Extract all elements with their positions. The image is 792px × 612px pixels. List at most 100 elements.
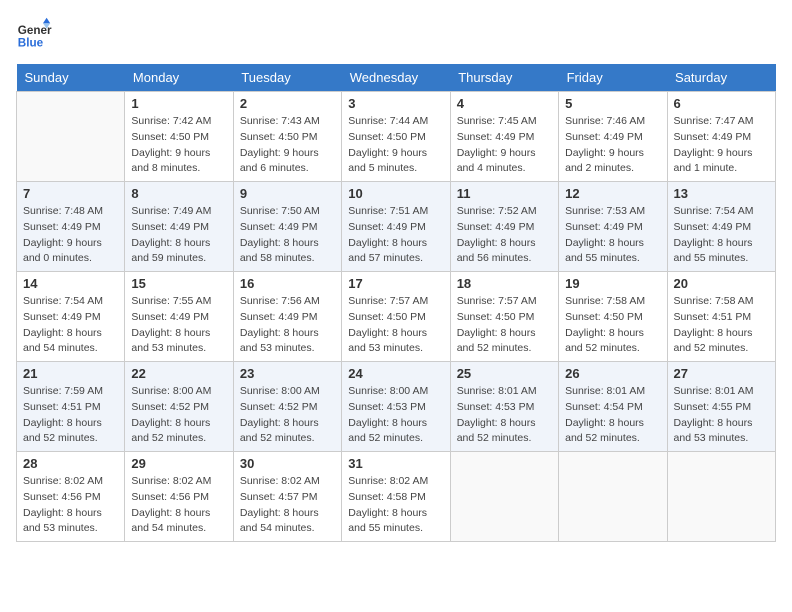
calendar-week-3: 14 Sunrise: 7:54 AMSunset: 4:49 PMDaylig… — [17, 272, 776, 362]
calendar-cell: 9 Sunrise: 7:50 AMSunset: 4:49 PMDayligh… — [233, 182, 341, 272]
day-header-monday: Monday — [125, 64, 233, 92]
calendar-cell: 13 Sunrise: 7:54 AMSunset: 4:49 PMDaylig… — [667, 182, 775, 272]
day-info: Sunrise: 8:02 AMSunset: 4:57 PMDaylight:… — [240, 474, 335, 537]
day-info: Sunrise: 8:00 AMSunset: 4:52 PMDaylight:… — [131, 384, 226, 447]
calendar-cell: 27 Sunrise: 8:01 AMSunset: 4:55 PMDaylig… — [667, 362, 775, 452]
day-number: 12 — [565, 186, 660, 201]
day-number: 14 — [23, 276, 118, 291]
calendar-cell: 18 Sunrise: 7:57 AMSunset: 4:50 PMDaylig… — [450, 272, 558, 362]
day-number: 7 — [23, 186, 118, 201]
day-number: 29 — [131, 456, 226, 471]
day-info: Sunrise: 7:53 AMSunset: 4:49 PMDaylight:… — [565, 204, 660, 267]
page-header: General Blue — [16, 16, 776, 52]
day-number: 13 — [674, 186, 769, 201]
day-number: 18 — [457, 276, 552, 291]
day-number: 30 — [240, 456, 335, 471]
day-number: 28 — [23, 456, 118, 471]
day-number: 31 — [348, 456, 443, 471]
day-info: Sunrise: 7:58 AMSunset: 4:51 PMDaylight:… — [674, 294, 769, 357]
calendar-week-2: 7 Sunrise: 7:48 AMSunset: 4:49 PMDayligh… — [17, 182, 776, 272]
calendar-cell: 4 Sunrise: 7:45 AMSunset: 4:49 PMDayligh… — [450, 92, 558, 182]
day-info: Sunrise: 8:02 AMSunset: 4:56 PMDaylight:… — [23, 474, 118, 537]
day-number: 10 — [348, 186, 443, 201]
day-info: Sunrise: 7:57 AMSunset: 4:50 PMDaylight:… — [457, 294, 552, 357]
calendar-cell: 28 Sunrise: 8:02 AMSunset: 4:56 PMDaylig… — [17, 452, 125, 542]
day-number: 19 — [565, 276, 660, 291]
day-number: 1 — [131, 96, 226, 111]
day-info: Sunrise: 7:43 AMSunset: 4:50 PMDaylight:… — [240, 114, 335, 177]
calendar-cell: 19 Sunrise: 7:58 AMSunset: 4:50 PMDaylig… — [559, 272, 667, 362]
calendar-cell: 26 Sunrise: 8:01 AMSunset: 4:54 PMDaylig… — [559, 362, 667, 452]
day-info: Sunrise: 8:01 AMSunset: 4:55 PMDaylight:… — [674, 384, 769, 447]
day-info: Sunrise: 7:42 AMSunset: 4:50 PMDaylight:… — [131, 114, 226, 177]
day-info: Sunrise: 7:52 AMSunset: 4:49 PMDaylight:… — [457, 204, 552, 267]
calendar-cell: 20 Sunrise: 7:58 AMSunset: 4:51 PMDaylig… — [667, 272, 775, 362]
day-number: 9 — [240, 186, 335, 201]
day-info: Sunrise: 7:48 AMSunset: 4:49 PMDaylight:… — [23, 204, 118, 267]
calendar-cell: 16 Sunrise: 7:56 AMSunset: 4:49 PMDaylig… — [233, 272, 341, 362]
calendar-cell: 1 Sunrise: 7:42 AMSunset: 4:50 PMDayligh… — [125, 92, 233, 182]
day-header-friday: Friday — [559, 64, 667, 92]
calendar-cell: 6 Sunrise: 7:47 AMSunset: 4:49 PMDayligh… — [667, 92, 775, 182]
day-number: 17 — [348, 276, 443, 291]
day-number: 20 — [674, 276, 769, 291]
day-number: 23 — [240, 366, 335, 381]
day-number: 8 — [131, 186, 226, 201]
day-number: 15 — [131, 276, 226, 291]
logo-icon: General Blue — [16, 16, 52, 52]
day-info: Sunrise: 8:00 AMSunset: 4:52 PMDaylight:… — [240, 384, 335, 447]
day-header-sunday: Sunday — [17, 64, 125, 92]
day-number: 2 — [240, 96, 335, 111]
calendar-cell: 14 Sunrise: 7:54 AMSunset: 4:49 PMDaylig… — [17, 272, 125, 362]
day-number: 24 — [348, 366, 443, 381]
calendar-week-5: 28 Sunrise: 8:02 AMSunset: 4:56 PMDaylig… — [17, 452, 776, 542]
calendar-cell: 29 Sunrise: 8:02 AMSunset: 4:56 PMDaylig… — [125, 452, 233, 542]
day-number: 21 — [23, 366, 118, 381]
calendar-week-1: 1 Sunrise: 7:42 AMSunset: 4:50 PMDayligh… — [17, 92, 776, 182]
calendar-cell: 12 Sunrise: 7:53 AMSunset: 4:49 PMDaylig… — [559, 182, 667, 272]
calendar-cell: 7 Sunrise: 7:48 AMSunset: 4:49 PMDayligh… — [17, 182, 125, 272]
calendar-cell: 17 Sunrise: 7:57 AMSunset: 4:50 PMDaylig… — [342, 272, 450, 362]
calendar-cell — [17, 92, 125, 182]
day-info: Sunrise: 8:00 AMSunset: 4:53 PMDaylight:… — [348, 384, 443, 447]
calendar-cell: 15 Sunrise: 7:55 AMSunset: 4:49 PMDaylig… — [125, 272, 233, 362]
calendar-cell: 11 Sunrise: 7:52 AMSunset: 4:49 PMDaylig… — [450, 182, 558, 272]
calendar-cell: 8 Sunrise: 7:49 AMSunset: 4:49 PMDayligh… — [125, 182, 233, 272]
day-info: Sunrise: 7:46 AMSunset: 4:49 PMDaylight:… — [565, 114, 660, 177]
calendar-cell: 25 Sunrise: 8:01 AMSunset: 4:53 PMDaylig… — [450, 362, 558, 452]
day-info: Sunrise: 8:02 AMSunset: 4:56 PMDaylight:… — [131, 474, 226, 537]
calendar-cell: 3 Sunrise: 7:44 AMSunset: 4:50 PMDayligh… — [342, 92, 450, 182]
day-info: Sunrise: 7:54 AMSunset: 4:49 PMDaylight:… — [674, 204, 769, 267]
calendar-cell: 22 Sunrise: 8:00 AMSunset: 4:52 PMDaylig… — [125, 362, 233, 452]
calendar-cell — [559, 452, 667, 542]
calendar-cell — [667, 452, 775, 542]
day-info: Sunrise: 7:50 AMSunset: 4:49 PMDaylight:… — [240, 204, 335, 267]
day-info: Sunrise: 8:01 AMSunset: 4:54 PMDaylight:… — [565, 384, 660, 447]
logo: General Blue — [16, 16, 52, 52]
day-info: Sunrise: 7:51 AMSunset: 4:49 PMDaylight:… — [348, 204, 443, 267]
day-number: 25 — [457, 366, 552, 381]
day-info: Sunrise: 7:56 AMSunset: 4:49 PMDaylight:… — [240, 294, 335, 357]
day-number: 3 — [348, 96, 443, 111]
day-number: 16 — [240, 276, 335, 291]
day-header-wednesday: Wednesday — [342, 64, 450, 92]
calendar-week-4: 21 Sunrise: 7:59 AMSunset: 4:51 PMDaylig… — [17, 362, 776, 452]
day-number: 27 — [674, 366, 769, 381]
day-info: Sunrise: 7:44 AMSunset: 4:50 PMDaylight:… — [348, 114, 443, 177]
day-info: Sunrise: 7:59 AMSunset: 4:51 PMDaylight:… — [23, 384, 118, 447]
calendar-table: SundayMondayTuesdayWednesdayThursdayFrid… — [16, 64, 776, 542]
calendar-cell: 24 Sunrise: 8:00 AMSunset: 4:53 PMDaylig… — [342, 362, 450, 452]
day-info: Sunrise: 7:57 AMSunset: 4:50 PMDaylight:… — [348, 294, 443, 357]
day-info: Sunrise: 7:45 AMSunset: 4:49 PMDaylight:… — [457, 114, 552, 177]
calendar-cell: 2 Sunrise: 7:43 AMSunset: 4:50 PMDayligh… — [233, 92, 341, 182]
day-number: 26 — [565, 366, 660, 381]
day-header-tuesday: Tuesday — [233, 64, 341, 92]
calendar-cell — [450, 452, 558, 542]
day-info: Sunrise: 7:47 AMSunset: 4:49 PMDaylight:… — [674, 114, 769, 177]
day-number: 11 — [457, 186, 552, 201]
day-info: Sunrise: 7:55 AMSunset: 4:49 PMDaylight:… — [131, 294, 226, 357]
calendar-cell: 23 Sunrise: 8:00 AMSunset: 4:52 PMDaylig… — [233, 362, 341, 452]
calendar-header-row: SundayMondayTuesdayWednesdayThursdayFrid… — [17, 64, 776, 92]
day-info: Sunrise: 8:02 AMSunset: 4:58 PMDaylight:… — [348, 474, 443, 537]
day-number: 4 — [457, 96, 552, 111]
